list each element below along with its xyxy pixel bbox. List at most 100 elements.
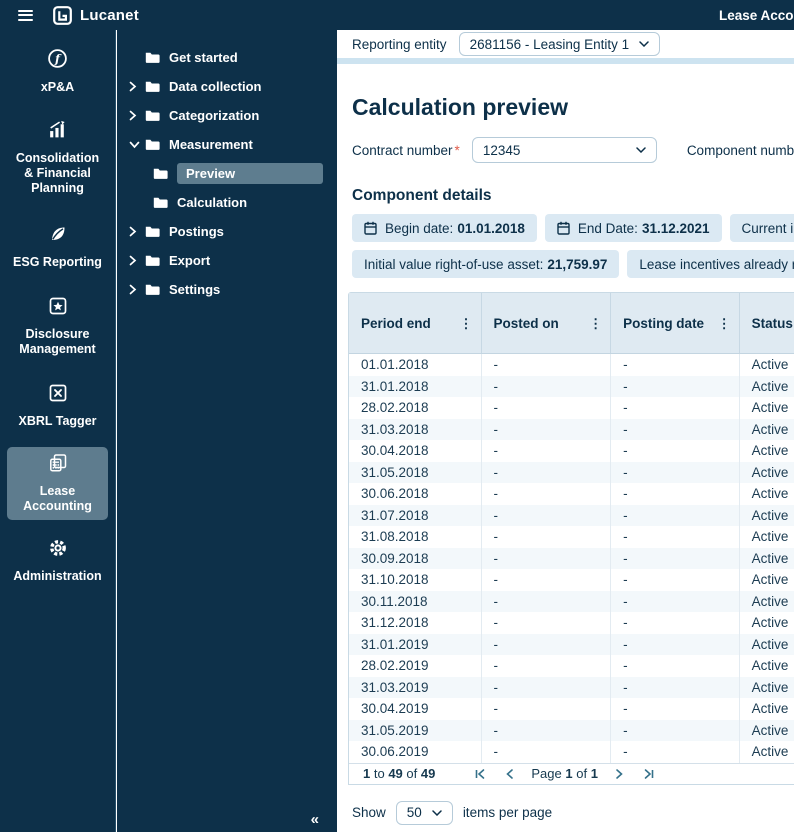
column-header-posting-date[interactable]: Posting date ⋮	[611, 293, 740, 353]
chevron-right-icon[interactable]	[129, 81, 145, 92]
previous-page-button[interactable]	[499, 765, 521, 783]
cell-status: Active	[740, 655, 794, 677]
table-row[interactable]: 31.01.2018 - - Active	[349, 376, 794, 398]
tree-item-measurement[interactable]: Measurement	[117, 130, 337, 159]
folder-icon	[145, 283, 160, 296]
chip-label: Lease incentives already received:	[639, 257, 794, 272]
sidebar-item-xpa[interactable]: f xP&A	[7, 42, 108, 101]
sidebar-item-esg[interactable]: ESG Reporting	[7, 218, 108, 276]
column-header-period-end[interactable]: Period end ⋮	[349, 293, 482, 353]
detail-chip: Current interest rate:	[730, 214, 794, 242]
table-row[interactable]: 31.08.2018 - - Active	[349, 526, 794, 548]
table-header: Period end ⋮ Posted on ⋮ Posting date ⋮ …	[349, 293, 794, 354]
cell-status: Active	[740, 354, 794, 376]
chevron-right-icon[interactable]	[129, 255, 145, 266]
table-row[interactable]: 30.04.2018 - - Active	[349, 440, 794, 462]
cell-posting-date: -	[611, 397, 740, 419]
tree-item-get-started[interactable]: Get started	[117, 43, 337, 72]
folder-icon	[145, 80, 160, 93]
tree-item-preview[interactable]: Preview	[117, 159, 337, 188]
gear-icon	[48, 538, 68, 563]
tree-item-settings[interactable]: Settings	[117, 275, 337, 304]
sidebar-item-administration[interactable]: Administration	[7, 532, 108, 590]
hamburger-menu-icon[interactable]	[18, 7, 33, 23]
tree-item-calculation[interactable]: Calculation	[117, 188, 337, 217]
cell-period-end: 31.01.2019	[349, 634, 482, 656]
tree-item-label: Data collection	[169, 79, 261, 94]
table-row[interactable]: 31.01.2019 - - Active	[349, 634, 794, 656]
cell-posted-on: -	[482, 612, 612, 634]
table-row[interactable]: 30.06.2019 - - Active	[349, 741, 794, 763]
contract-number-value: 12345	[483, 143, 521, 158]
folder-icon	[153, 196, 168, 209]
tree-item-postings[interactable]: Postings	[117, 217, 337, 246]
contract-number-select[interactable]: 12345	[472, 137, 657, 163]
table-row[interactable]: 28.02.2019 - - Active	[349, 655, 794, 677]
cell-posting-date: -	[611, 376, 740, 398]
tree-item-categorization[interactable]: Categorization	[117, 101, 337, 130]
cell-status: Active	[740, 612, 794, 634]
chevron-right-icon[interactable]	[129, 226, 145, 237]
chevron-down-icon	[636, 147, 646, 153]
cell-period-end: 28.02.2019	[349, 655, 482, 677]
folder-icon	[153, 167, 168, 180]
tree-item-label: Export	[169, 253, 210, 268]
cell-period-end: 30.04.2018	[349, 440, 482, 462]
tree-item-label: Calculation	[177, 195, 247, 210]
cell-status: Active	[740, 677, 794, 699]
table-row[interactable]: 31.10.2018 - - Active	[349, 569, 794, 591]
sidebar-item-label: XBRL Tagger	[18, 414, 96, 429]
reporting-entity-select[interactable]: 2681156 - Leasing Entity 1	[459, 32, 661, 56]
page-size-select[interactable]: 50	[396, 801, 453, 825]
table-row[interactable]: 01.01.2018 - - Active	[349, 354, 794, 376]
tree-item-label: Measurement	[169, 137, 253, 152]
chevron-down-icon[interactable]	[129, 141, 145, 149]
table-row[interactable]: 31.03.2018 - - Active	[349, 419, 794, 441]
table-row[interactable]: 30.06.2018 - - Active	[349, 483, 794, 505]
cell-status: Active	[740, 698, 794, 720]
page-size-row: Show 50 items per page	[352, 801, 794, 825]
component-details-heading: Component details	[352, 187, 794, 205]
column-header-posted-on[interactable]: Posted on ⋮	[482, 293, 612, 353]
sidebar-item-consolidation[interactable]: Consolidation & Financial Planning	[7, 113, 108, 202]
reporting-entity-label: Reporting entity	[352, 37, 447, 52]
cell-posted-on: -	[482, 526, 612, 548]
cell-posting-date: -	[611, 741, 740, 763]
table-row[interactable]: 31.07.2018 - - Active	[349, 505, 794, 527]
chevron-right-icon[interactable]	[129, 110, 145, 121]
folder-icon	[145, 225, 160, 238]
table-row[interactable]: 31.05.2018 - - Active	[349, 462, 794, 484]
collapse-sidebar-button[interactable]: «	[311, 811, 319, 828]
sidebar-item-disclosure[interactable]: Disclosure Management	[7, 290, 108, 363]
table-row[interactable]: 31.12.2018 - - Active	[349, 612, 794, 634]
chip-label: Current interest rate:	[742, 221, 794, 236]
table-row[interactable]: 30.04.2019 - - Active	[349, 698, 794, 720]
tree-item-export[interactable]: Export	[117, 246, 337, 275]
column-menu-icon[interactable]: ⋮	[460, 317, 473, 330]
column-menu-icon[interactable]: ⋮	[718, 317, 731, 330]
next-page-button[interactable]	[608, 765, 630, 783]
tree-item-data-collection[interactable]: Data collection	[117, 72, 337, 101]
folder-icon	[145, 51, 160, 64]
first-page-button[interactable]	[469, 765, 491, 783]
reporting-entity-bar: Reporting entity 2681156 - Leasing Entit…	[337, 30, 794, 58]
sidebar-item-lease-accounting[interactable]: Lease Accounting	[7, 447, 108, 520]
last-page-button[interactable]	[638, 765, 660, 783]
cell-posted-on: -	[482, 440, 612, 462]
contract-number-label: Contract number*	[352, 143, 460, 158]
cell-status: Active	[740, 741, 794, 763]
cell-posted-on: -	[482, 677, 612, 699]
cell-posted-on: -	[482, 505, 612, 527]
table-row[interactable]: 28.02.2018 - - Active	[349, 397, 794, 419]
chevron-down-icon	[432, 810, 442, 816]
chevron-right-icon[interactable]	[129, 284, 145, 295]
table-row[interactable]: 31.05.2019 - - Active	[349, 720, 794, 742]
table-row[interactable]: 31.03.2019 - - Active	[349, 677, 794, 699]
column-header-status[interactable]: Status ⋮	[740, 293, 794, 353]
sidebar-item-xbrl[interactable]: XBRL Tagger	[7, 377, 108, 435]
cell-period-end: 31.03.2018	[349, 419, 482, 441]
table-row[interactable]: 30.11.2018 - - Active	[349, 591, 794, 613]
xpa-icon: f	[47, 48, 68, 74]
column-menu-icon[interactable]: ⋮	[589, 317, 602, 330]
table-row[interactable]: 30.09.2018 - - Active	[349, 548, 794, 570]
